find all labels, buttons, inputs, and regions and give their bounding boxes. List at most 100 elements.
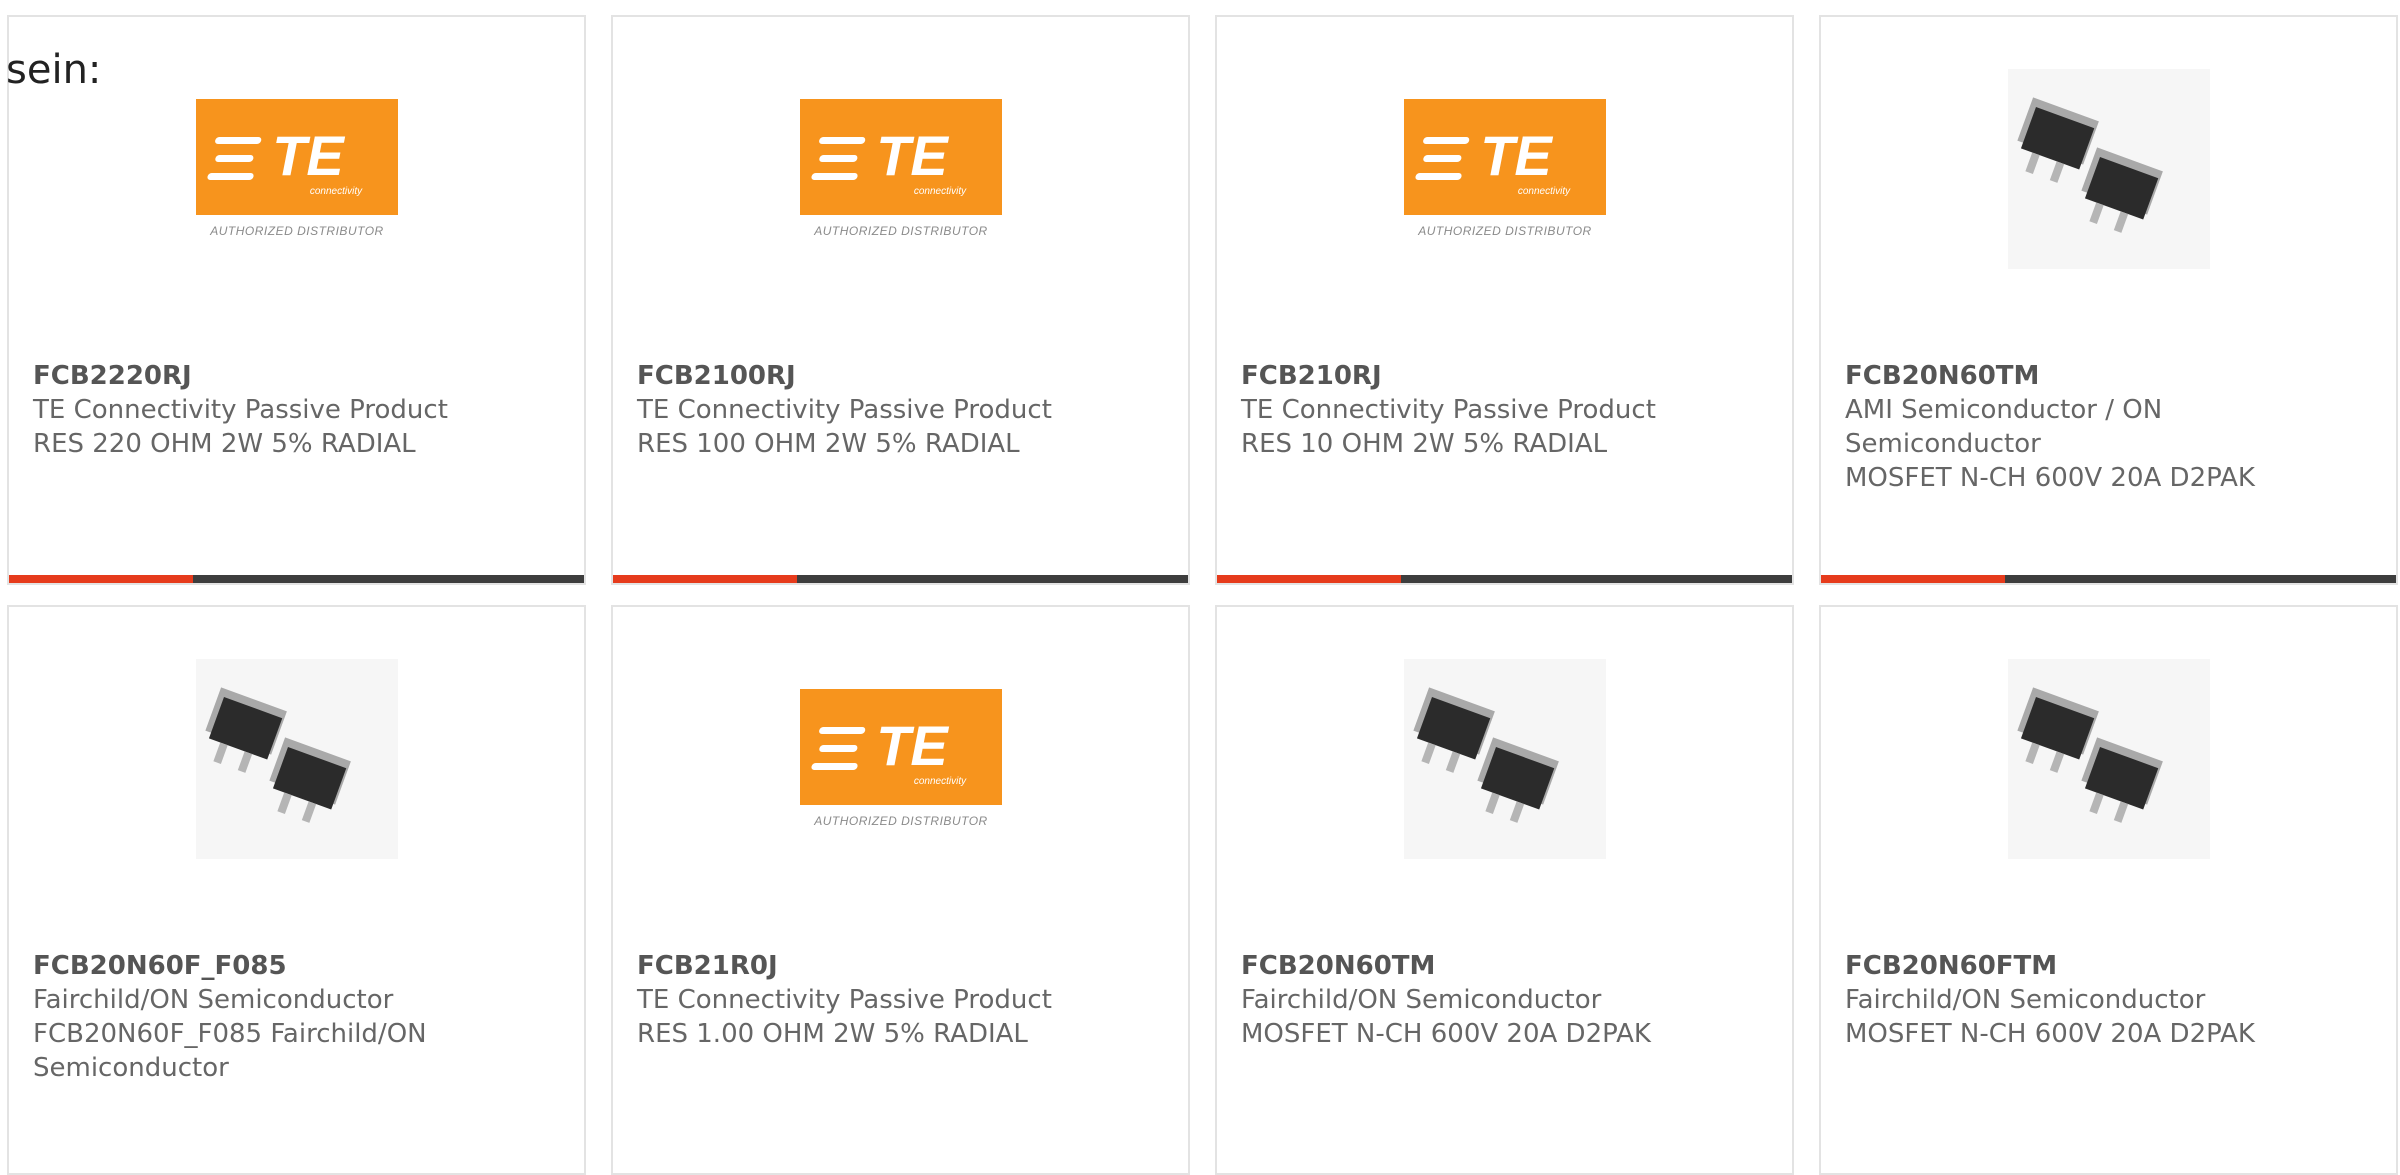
te-connectivity-logo: TE connectivity AUTHORIZED DISTRIBUTOR (800, 99, 1002, 239)
d2pak-chip-icon (1413, 687, 1559, 823)
part-number[interactable]: FCB20N60TM (1241, 949, 1761, 983)
te-connectivity-logo: TE connectivity AUTHORIZED DISTRIBUTOR (800, 689, 1002, 829)
card-bottom-bar (9, 575, 584, 583)
description: MOSFET N-CH 600V 20A D2PAK (1845, 1019, 2255, 1049)
product-info: FCB2220RJ TE Connectivity Passive Produc… (33, 359, 553, 461)
description: Semiconductor (1845, 429, 2041, 459)
product-card[interactable]: TE connectivity AUTHORIZED DISTRIBUTOR FCB… (1215, 15, 1794, 585)
manufacturer: TE Connectivity Passive Product (33, 395, 448, 425)
te-logo-subtext: connectivity (914, 186, 967, 197)
part-number[interactable]: FCB2220RJ (33, 359, 553, 393)
te-logo-caption: AUTHORIZED DISTRIBUTOR (814, 224, 988, 238)
d2pak-chip-image (2008, 69, 2210, 269)
description: RES 10 OHM 2W 5% RADIAL (1241, 429, 1608, 459)
product-card[interactable]: TE connectivity AUTHORIZED DISTRIBUTOR FCB… (611, 605, 1190, 1175)
product-card[interactable]: FCB20N60FTM Fairchild/ON Semiconductor M… (1819, 605, 2398, 1175)
te-logo-stripe (1423, 155, 1462, 162)
description: MOSFET N-CH 600V 20A D2PAK (1241, 1019, 1651, 1049)
product-info: FCB210RJ TE Connectivity Passive Product… (1241, 359, 1761, 461)
product-card[interactable]: FCB20N60F_F085 Fairchild/ON Semiconducto… (7, 605, 586, 1175)
part-number[interactable]: FCB2100RJ (637, 359, 1157, 393)
te-logo-subtext: connectivity (1518, 186, 1571, 197)
d2pak-chip-image (1404, 659, 1606, 859)
manufacturer: Fairchild/ON Semiconductor (1241, 985, 1602, 1015)
product-card[interactable]: TE connectivity AUTHORIZED DISTRIBUTOR FCB… (7, 15, 586, 585)
description: RES 220 OHM 2W 5% RADIAL (33, 429, 416, 459)
d2pak-chip-image (196, 659, 398, 859)
card-accent-bar (9, 575, 193, 583)
card-bottom-bar (613, 575, 1188, 583)
te-logo-caption: AUTHORIZED DISTRIBUTOR (1418, 224, 1592, 238)
te-logo-subtext: connectivity (310, 186, 363, 197)
description-extra: MOSFET N-CH 600V 20A D2PAK (1845, 463, 2255, 493)
te-logo-subtext: connectivity (914, 776, 967, 787)
card-accent-bar (1821, 575, 2005, 583)
d2pak-chip-icon (2017, 687, 2163, 823)
te-connectivity-logo: TE connectivity AUTHORIZED DISTRIBUTOR (196, 99, 398, 239)
te-logo-stripe (1423, 137, 1470, 144)
te-logo-stripe (215, 155, 254, 162)
te-logo-badge: TE connectivity (800, 689, 1002, 805)
card-accent-bar (613, 575, 797, 583)
te-logo-text: TE (1480, 124, 1553, 187)
card-accent-bar (1217, 575, 1401, 583)
product-info: FCB2100RJ TE Connectivity Passive Produc… (637, 359, 1157, 461)
product-image: TE connectivity AUTHORIZED DISTRIBUTOR (800, 679, 1002, 839)
te-logo-stripe (1415, 173, 1462, 180)
te-logo-text: TE (876, 124, 949, 187)
part-number[interactable]: FCB20N60TM (1845, 359, 2365, 393)
product-card[interactable]: FCB20N60TM Fairchild/ON Semiconductor MO… (1215, 605, 1794, 1175)
product-image: TE connectivity AUTHORIZED DISTRIBUTOR (196, 89, 398, 249)
te-logo-stripe (207, 173, 254, 180)
te-logo-mark: TEconnectivity (811, 124, 967, 197)
manufacturer: Fairchild/ON Semiconductor (33, 985, 394, 1015)
d2pak-chip-image (2008, 659, 2210, 859)
card-bottom-bar (1821, 575, 2396, 583)
te-connectivity-logo: TE connectivity AUTHORIZED DISTRIBUTOR (1404, 99, 1606, 239)
product-info: FCB20N60F_F085 Fairchild/ON Semiconducto… (33, 949, 553, 1085)
te-logo-badge: TE connectivity (1404, 99, 1606, 215)
description: FCB20N60F_F085 Fairchild/ON (33, 1019, 427, 1049)
te-logo-caption: AUTHORIZED DISTRIBUTOR (210, 224, 384, 238)
te-logo-badge: TE connectivity (196, 99, 398, 215)
product-grid: TE connectivity AUTHORIZED DISTRIBUTOR FCB… (7, 15, 2400, 1175)
te-logo-mark: TEconnectivity (811, 714, 967, 787)
product-image (196, 659, 398, 859)
product-card[interactable]: TE connectivity AUTHORIZED DISTRIBUTOR FCB… (611, 15, 1190, 585)
manufacturer: TE Connectivity Passive Product (637, 985, 1052, 1015)
d2pak-chip-icon (205, 687, 351, 823)
product-card[interactable]: FCB20N60TM AMI Semiconductor / ON Semico… (1819, 15, 2398, 585)
te-logo-stripe (819, 155, 858, 162)
product-image: TE connectivity AUTHORIZED DISTRIBUTOR (800, 89, 1002, 249)
part-number[interactable]: FCB20N60FTM (1845, 949, 2365, 983)
te-logo-stripe (811, 173, 858, 180)
product-image (1404, 659, 1606, 859)
product-info: FCB20N60FTM Fairchild/ON Semiconductor M… (1845, 949, 2365, 1051)
product-image (2008, 69, 2210, 269)
te-logo-mark: TEconnectivity (1415, 124, 1571, 197)
te-logo-badge: TE connectivity (800, 99, 1002, 215)
product-info: FCB21R0J TE Connectivity Passive Product… (637, 949, 1157, 1051)
te-logo-stripe (215, 137, 262, 144)
part-number[interactable]: FCB21R0J (637, 949, 1157, 983)
manufacturer: AMI Semiconductor / ON (1845, 395, 2163, 425)
intro-text: sein: (6, 47, 102, 93)
part-number[interactable]: FCB210RJ (1241, 359, 1761, 393)
te-logo-caption: AUTHORIZED DISTRIBUTOR (814, 814, 988, 828)
description: RES 1.00 OHM 2W 5% RADIAL (637, 1019, 1028, 1049)
d2pak-chip-icon (2017, 97, 2163, 233)
product-info: FCB20N60TM Fairchild/ON Semiconductor MO… (1241, 949, 1761, 1051)
te-logo-stripe (811, 763, 858, 770)
te-logo-stripe (819, 137, 866, 144)
manufacturer: TE Connectivity Passive Product (637, 395, 1052, 425)
te-logo-mark: TEconnectivity (207, 124, 363, 197)
product-info: FCB20N60TM AMI Semiconductor / ON Semico… (1845, 359, 2365, 495)
card-bottom-bar (1217, 575, 1792, 583)
te-logo-text: TE (876, 714, 949, 777)
manufacturer: TE Connectivity Passive Product (1241, 395, 1656, 425)
product-image (2008, 659, 2210, 859)
part-number[interactable]: FCB20N60F_F085 (33, 949, 553, 983)
description: RES 100 OHM 2W 5% RADIAL (637, 429, 1020, 459)
te-logo-stripe (819, 745, 858, 752)
te-logo-text: TE (272, 124, 345, 187)
